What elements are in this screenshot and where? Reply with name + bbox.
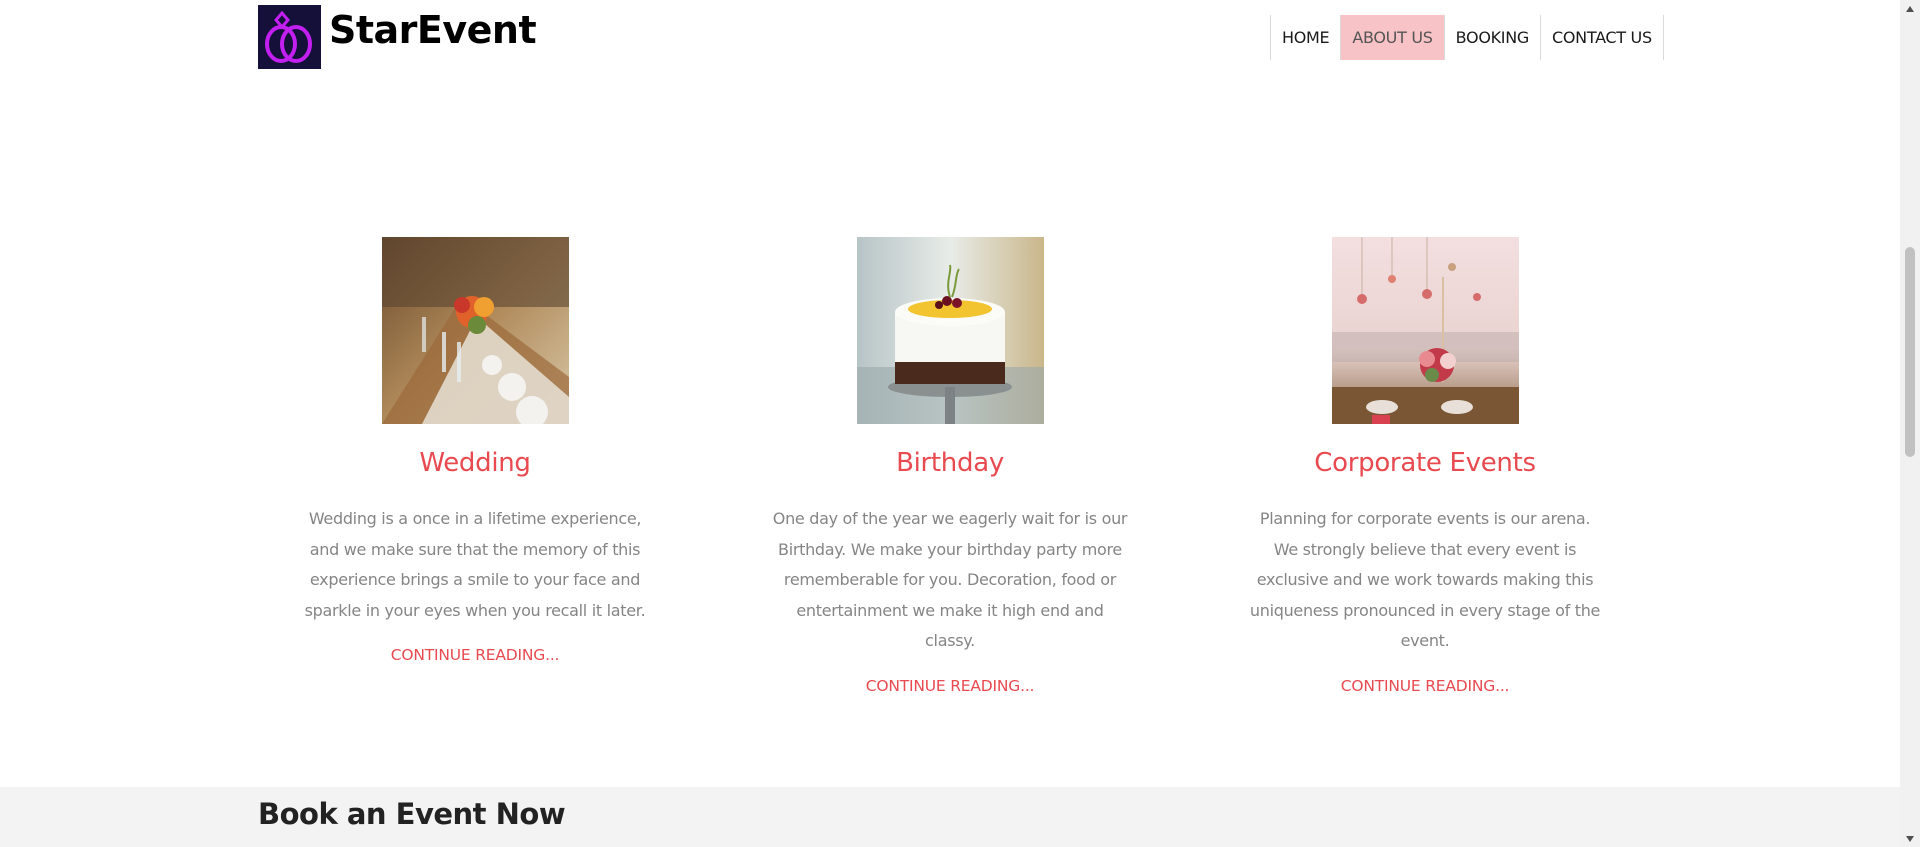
services-section: Wedding Wedding is a once in a lifetime … bbox=[0, 0, 1900, 847]
service-card-corporate-events: Corporate Events Planning for corporate … bbox=[1235, 237, 1615, 695]
service-title: Birthday bbox=[896, 448, 1004, 478]
wedding-image bbox=[381, 237, 569, 424]
continue-reading-link[interactable]: CONTINUE READING... bbox=[391, 646, 560, 664]
service-card-wedding: Wedding Wedding is a once in a lifetime … bbox=[285, 237, 665, 664]
chevron-down-icon[interactable] bbox=[1900, 830, 1920, 847]
service-description: One day of the year we eagerly wait for … bbox=[772, 509, 1128, 650]
book-event-heading: Book an Event Now bbox=[258, 797, 566, 831]
service-description: Planning for corporate events is our are… bbox=[1249, 509, 1601, 650]
page: StarEvent HOME ABOUT US BOOKING CONTACT … bbox=[0, 0, 1900, 847]
corporate-events-image bbox=[1331, 237, 1519, 424]
service-title: Wedding bbox=[419, 448, 531, 478]
service-description: Wedding is a once in a lifetime experien… bbox=[304, 509, 646, 620]
service-title: Corporate Events bbox=[1314, 448, 1536, 478]
continue-reading-link[interactable]: CONTINUE READING... bbox=[866, 677, 1035, 695]
service-card-birthday: Birthday One day of the year we eagerly … bbox=[760, 237, 1140, 695]
birthday-image bbox=[856, 237, 1044, 424]
book-event-section: Book an Event Now bbox=[0, 787, 1900, 847]
vertical-scrollbar[interactable] bbox=[1900, 0, 1920, 847]
scrollbar-thumb[interactable] bbox=[1905, 247, 1915, 457]
continue-reading-link[interactable]: CONTINUE READING... bbox=[1341, 677, 1510, 695]
chevron-up-icon[interactable] bbox=[1900, 0, 1920, 17]
